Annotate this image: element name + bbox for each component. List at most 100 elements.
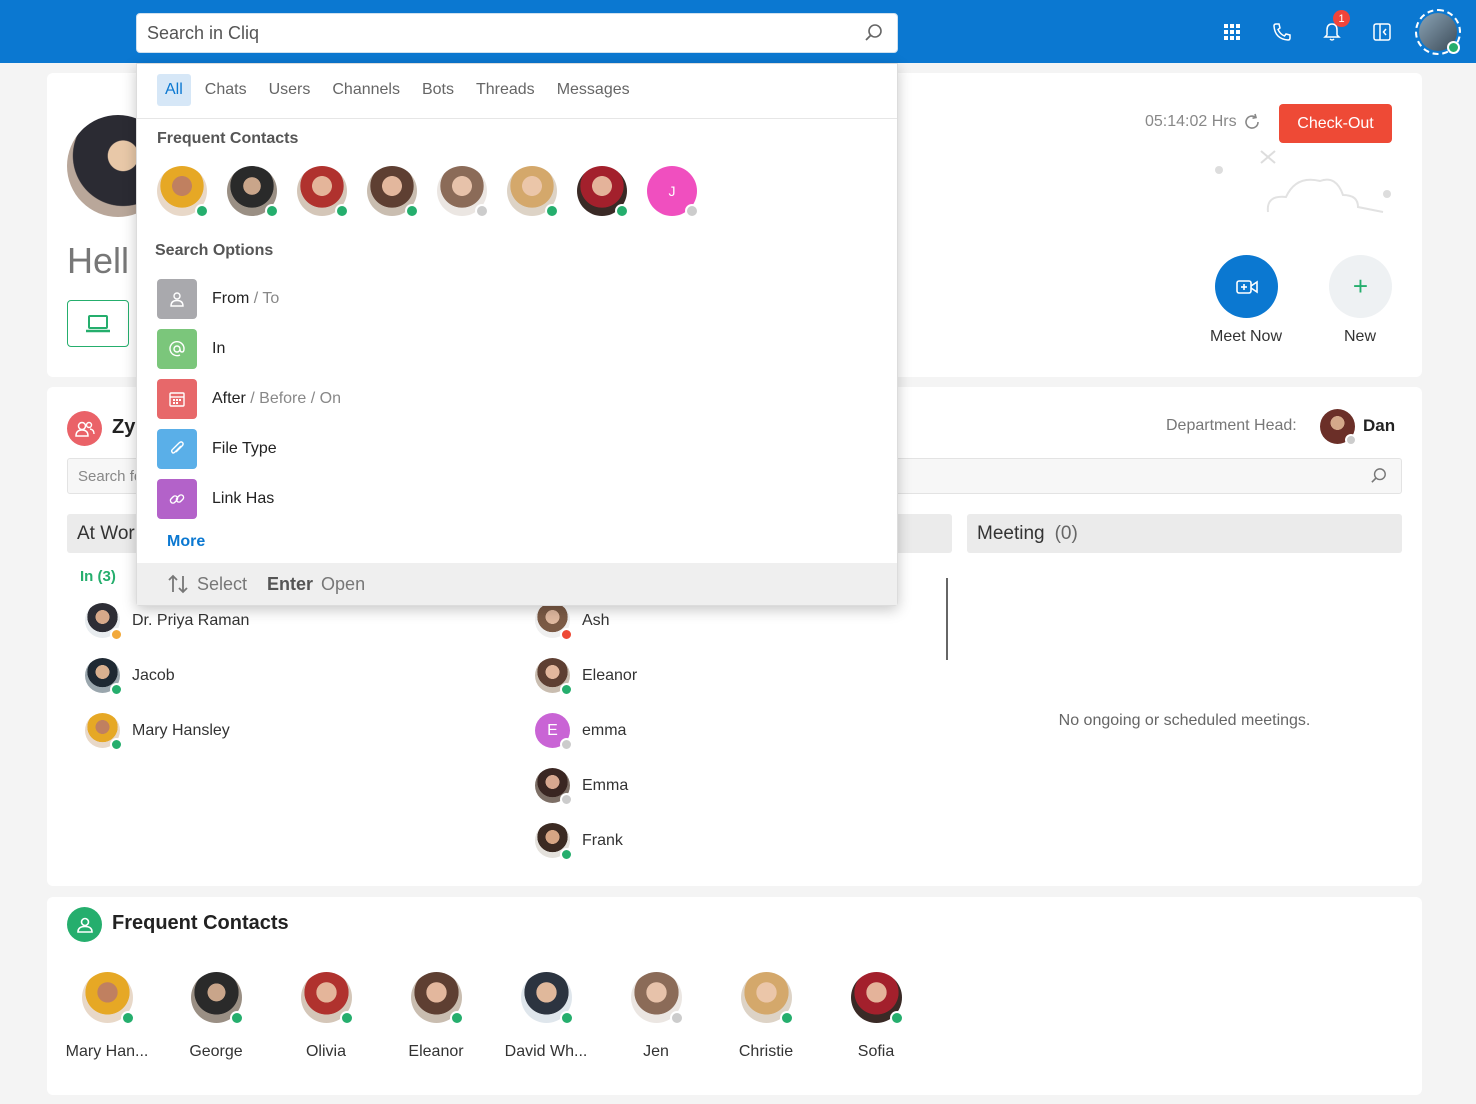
list-item[interactable]: Eleanor [535, 658, 638, 696]
department-head-name[interactable]: Dan [1363, 416, 1395, 436]
team-icon [67, 411, 102, 446]
my-profile-avatar[interactable] [1415, 9, 1461, 55]
paperclip-icon [157, 429, 197, 469]
new-button[interactable]: + [1329, 255, 1392, 318]
status-online-dot [560, 848, 573, 861]
frequent-contact[interactable]: Jen [606, 972, 706, 1061]
search-tabs: All Chats Users Channels Bots Threads Me… [157, 74, 638, 106]
tab-chats[interactable]: Chats [197, 74, 255, 106]
frequent-contact[interactable]: George [166, 972, 266, 1061]
user-icon [157, 279, 197, 319]
avatar [740, 972, 794, 1025]
status-online-dot [405, 204, 419, 218]
work-mode-button[interactable] [67, 300, 129, 347]
scrollbar[interactable] [946, 578, 948, 660]
tab-threads[interactable]: Threads [468, 74, 543, 106]
global-search-input[interactable] [147, 14, 847, 52]
avatar [535, 823, 573, 861]
apps-grid-icon[interactable] [1220, 20, 1244, 44]
search-option-link-has[interactable]: Link Has [157, 479, 274, 519]
meet-now-button[interactable] [1215, 255, 1278, 318]
frequent-contact[interactable]: Sofia [826, 972, 926, 1061]
person-name: Dr. Priya Raman [132, 611, 250, 629]
more-options-link[interactable]: More [167, 533, 205, 551]
list-item[interactable]: E emma [535, 713, 626, 751]
timer-text: 05:14:02 Hrs [1145, 113, 1237, 130]
status-online-dot [779, 1011, 794, 1025]
frequent-contacts-title: Frequent Contacts [112, 912, 289, 934]
status-online-dot [110, 738, 123, 751]
contact-name: Sofia [857, 1043, 895, 1060]
notification-badge: 1 [1333, 10, 1350, 27]
in-count-label[interactable]: In (3) [80, 568, 116, 585]
check-out-button[interactable]: Check-Out [1279, 104, 1392, 143]
status-online-dot [339, 1011, 354, 1025]
status-online-dot [615, 204, 629, 218]
status-offline-dot [560, 793, 573, 806]
contact-name: David Wh... [504, 1043, 588, 1060]
panel-collapse-icon[interactable] [1370, 20, 1394, 44]
status-online-dot [229, 1011, 244, 1025]
frequent-contact-avatar[interactable] [227, 166, 279, 218]
tab-messages[interactable]: Messages [549, 74, 638, 106]
meeting-count: (0) [1054, 522, 1078, 544]
status-online-dot [449, 1011, 464, 1025]
tab-channels[interactable]: Channels [324, 74, 408, 106]
avatar: E [535, 713, 573, 751]
search-option-from-to[interactable]: From / To [157, 279, 279, 319]
person-name: Eleanor [582, 666, 638, 684]
frequent-contact-avatar[interactable] [577, 166, 629, 218]
cloud-illustration [1215, 150, 1391, 213]
list-item[interactable]: Mary Hansley [85, 713, 230, 751]
tab-all[interactable]: All [157, 74, 191, 106]
enter-key-hint: Enter [267, 573, 314, 594]
list-item[interactable]: Frank [535, 823, 623, 861]
option-before-on-label: / Before / On [250, 390, 341, 407]
global-search-box[interactable] [136, 13, 898, 53]
avatar [410, 972, 464, 1025]
frequent-contact[interactable]: Eleanor [386, 972, 486, 1061]
option-in-label: In [212, 340, 226, 357]
frequent-contact-avatar[interactable] [507, 166, 559, 218]
person-name: Jacob [132, 666, 175, 684]
avatar [300, 972, 354, 1025]
list-item[interactable]: Emma [535, 768, 628, 806]
avatar [535, 768, 573, 806]
contact-name: Christie [738, 1043, 794, 1060]
frequent-contact[interactable]: Olivia [276, 972, 376, 1061]
frequent-contact[interactable]: David Wh... [496, 972, 596, 1061]
option-to-label: / To [253, 290, 280, 307]
frequent-contact-avatar[interactable] [367, 166, 419, 218]
search-option-in[interactable]: In [157, 329, 225, 369]
avatar-initial: J [668, 183, 676, 199]
frequent-contact-avatar[interactable]: J [647, 166, 699, 218]
frequent-contact[interactable]: Mary Han... [57, 972, 157, 1061]
status-online-dot [559, 1011, 574, 1025]
status-offline-dot [685, 204, 699, 218]
list-item[interactable]: Ash [535, 603, 610, 641]
refresh-icon[interactable] [1243, 113, 1261, 131]
frequent-contact-avatar[interactable] [297, 166, 349, 218]
contact-name: George [189, 1043, 243, 1060]
search-option-date[interactable]: After / Before / On [157, 379, 341, 419]
phone-icon[interactable] [1270, 20, 1294, 44]
search-option-file-type[interactable]: File Type [157, 429, 277, 469]
list-item[interactable]: Dr. Priya Raman [85, 603, 250, 641]
frequent-contact-avatar[interactable] [437, 166, 489, 218]
department-head-avatar[interactable] [1320, 409, 1357, 446]
avatar-initial: E [547, 721, 558, 739]
calendar-icon [157, 379, 197, 419]
list-item[interactable]: Jacob [85, 658, 175, 696]
status-offline-dot [1345, 434, 1357, 446]
frequent-contact-avatar[interactable] [157, 166, 209, 218]
tab-users[interactable]: Users [261, 74, 319, 106]
tab-bots[interactable]: Bots [414, 74, 462, 106]
contact-name: Jen [643, 1043, 669, 1060]
search-icon[interactable] [1371, 468, 1387, 489]
new-label: New [1343, 328, 1376, 345]
person-name: Mary Hansley [132, 721, 230, 739]
search-dropdown: All Chats Users Channels Bots Threads Me… [136, 63, 898, 606]
status-away-dot [110, 628, 123, 641]
search-icon[interactable] [865, 24, 883, 47]
frequent-contact[interactable]: Christie [716, 972, 816, 1061]
